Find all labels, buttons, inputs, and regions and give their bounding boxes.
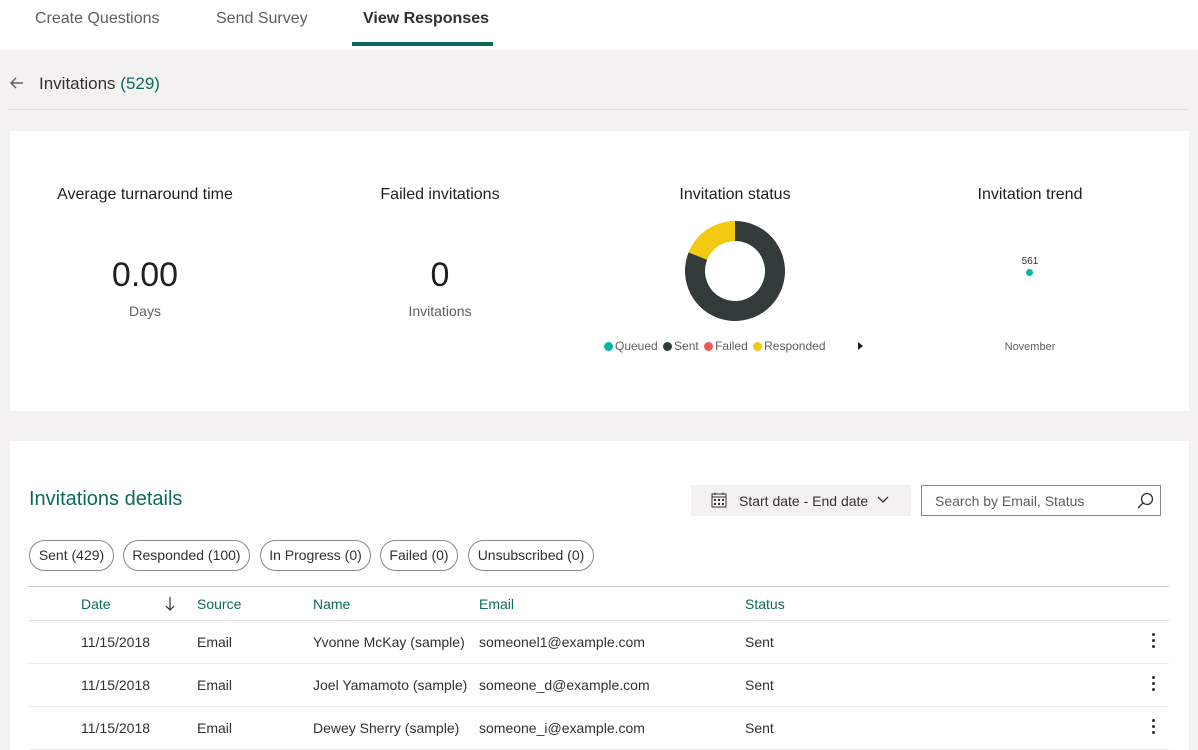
- date-range-picker[interactable]: Start date - End date: [691, 485, 911, 516]
- filter-unsubscribed[interactable]: Unsubscribed (0): [468, 540, 594, 571]
- cell-status: Sent: [745, 720, 774, 736]
- trend-x-label: November: [1004, 341, 1056, 353]
- cell-date: 11/15/2018: [81, 677, 151, 693]
- turnaround-title: Average turnaround time: [57, 186, 233, 203]
- tab-create-questions[interactable]: Create Questions: [35, 10, 160, 46]
- invitation-count: (529): [120, 74, 160, 93]
- divider: [8, 109, 1188, 110]
- date-range-label: Start date - End date: [739, 493, 869, 509]
- column-header-email[interactable]: Email: [479, 596, 514, 612]
- cell-date: 11/15/2018: [81, 720, 151, 736]
- legend-item-sent[interactable]: Sent: [663, 339, 699, 353]
- cell-source: Email: [197, 634, 233, 650]
- page-title-text: Invitations: [39, 74, 116, 93]
- legend-dot: [663, 342, 673, 351]
- back-arrow-icon[interactable]: [8, 74, 26, 92]
- legend-item-responded[interactable]: Responded: [753, 339, 826, 353]
- table-row[interactable]: 11/15/2018 Email Yvonne McKay (sample) s…: [29, 621, 1169, 664]
- table-top-border: [29, 586, 1169, 587]
- search-box: [921, 485, 1161, 516]
- filter-responded[interactable]: Responded (100): [123, 540, 250, 571]
- page-title: Invitations (529): [39, 74, 160, 94]
- cell-status: Sent: [745, 634, 774, 650]
- invitation-status-donut: [685, 221, 785, 321]
- legend-dot: [704, 342, 714, 351]
- tab-view-responses[interactable]: View Responses: [363, 10, 489, 46]
- top-nav: Create Questions Send Survey View Respon…: [0, 0, 1198, 50]
- turnaround-value: 0.00: [111, 256, 179, 294]
- legend-dot: [604, 342, 613, 351]
- legend-next-icon[interactable]: [858, 342, 863, 350]
- column-header-source[interactable]: Source: [197, 596, 241, 612]
- column-header-name[interactable]: Name: [313, 596, 350, 612]
- legend-item-failed[interactable]: Failed: [704, 339, 748, 353]
- search-input[interactable]: [923, 487, 1123, 514]
- search-icon[interactable]: [1136, 492, 1154, 510]
- cell-name: Dewey Sherry (sample): [313, 720, 460, 736]
- failed-value: 0: [430, 256, 450, 294]
- donut-slice-responded: [688, 221, 735, 260]
- active-tab-indicator: [352, 42, 493, 46]
- turnaround-unit: Days: [129, 303, 161, 319]
- legend-label: Sent: [674, 339, 699, 353]
- failed-title: Failed invitations: [380, 186, 500, 203]
- cell-email: someone_i@example.com: [479, 720, 645, 736]
- cell-email: someonel1@example.com: [479, 634, 645, 650]
- cell-name: Joel Yamamoto (sample): [313, 677, 468, 693]
- legend-label: Failed: [715, 339, 748, 353]
- table-row[interactable]: 11/15/2018 Email Joel Yamamoto (sample) …: [29, 664, 1169, 707]
- cell-date: 11/15/2018: [81, 634, 151, 650]
- trend-point-label: 561: [1021, 256, 1039, 267]
- table-row[interactable]: 11/15/2018 Email Dewey Sherry (sample) s…: [29, 707, 1169, 750]
- cell-name: Yvonne McKay (sample): [313, 634, 465, 650]
- status-legend: Queued Sent Failed Responded: [604, 339, 828, 353]
- legend-item-queued[interactable]: Queued: [604, 339, 658, 353]
- filter-in-progress[interactable]: In Progress (0): [260, 540, 371, 571]
- filter-failed[interactable]: Failed (0): [380, 540, 458, 571]
- cell-source: Email: [197, 677, 233, 693]
- trend-point: [1026, 269, 1033, 276]
- summary-card: Average turnaround time 0.00 Days Failed…: [10, 131, 1189, 411]
- details-title: Invitations details: [29, 488, 183, 510]
- more-options-icon[interactable]: [1147, 717, 1159, 739]
- tab-send-survey[interactable]: Send Survey: [216, 10, 308, 46]
- calendar-icon: [711, 492, 727, 508]
- cell-email: someone_d@example.com: [479, 677, 650, 693]
- cell-source: Email: [197, 720, 233, 736]
- column-header-date[interactable]: Date: [81, 596, 111, 612]
- chevron-down-icon: [877, 496, 889, 503]
- cell-status: Sent: [745, 677, 774, 693]
- sort-descending-icon[interactable]: [164, 595, 176, 613]
- legend-label: Queued: [615, 339, 658, 353]
- trend-title: Invitation trend: [977, 186, 1083, 203]
- legend-dot: [753, 342, 763, 351]
- status-title: Invitation status: [679, 186, 791, 203]
- details-card: Invitations details Start date - End dat…: [10, 441, 1189, 750]
- column-header-status[interactable]: Status: [745, 596, 785, 612]
- filter-sent[interactable]: Sent (429): [29, 540, 114, 571]
- more-options-icon[interactable]: [1147, 631, 1159, 653]
- more-options-icon[interactable]: [1147, 674, 1159, 696]
- legend-label: Responded: [764, 339, 826, 353]
- failed-unit: Invitations: [408, 303, 472, 319]
